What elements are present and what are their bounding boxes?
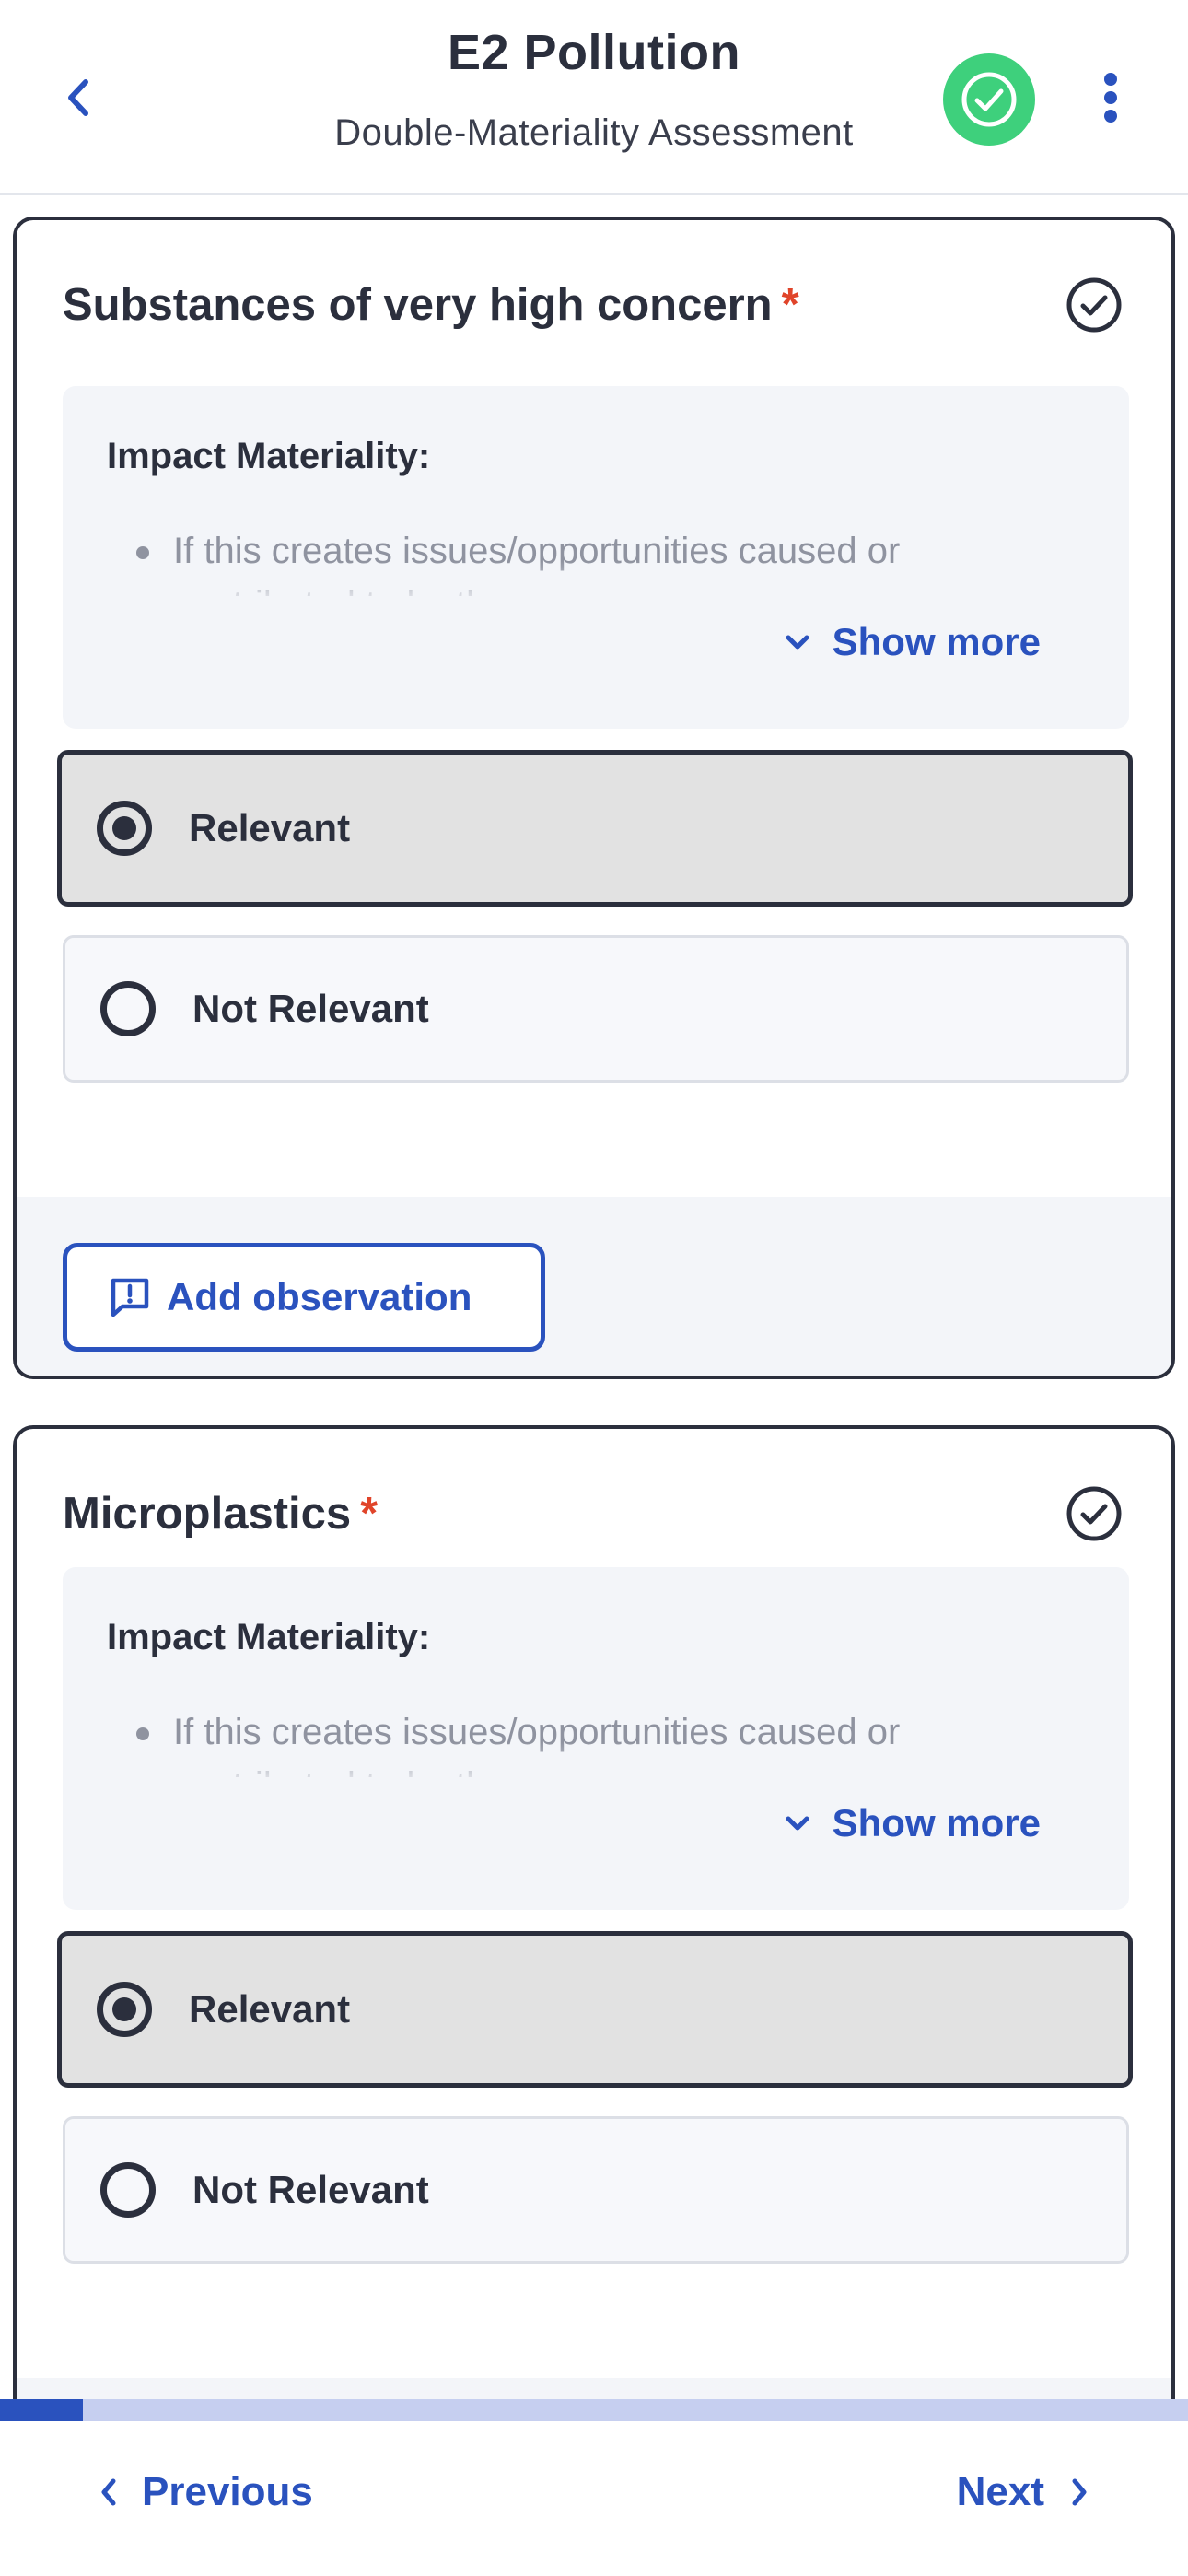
previous-label: Previous	[142, 2469, 313, 2514]
more-vertical-icon	[1104, 73, 1117, 123]
scroll-content[interactable]: Substances of very high concern * Impact …	[0, 198, 1188, 2400]
progress-bar	[0, 2399, 1188, 2421]
option-label: Relevant	[189, 1987, 351, 2031]
observation-section: Add observation	[17, 1197, 1171, 1376]
radio-unselected[interactable]	[100, 981, 156, 1036]
card-title: Substances of very high concern *	[63, 279, 799, 331]
option-relevant[interactable]: Relevant	[57, 1931, 1133, 2088]
card-title-text: Microplastics	[63, 1489, 352, 1539]
previous-button[interactable]: Previous	[99, 2469, 313, 2515]
next-label: Next	[956, 2469, 1044, 2514]
radio-selected[interactable]	[97, 1982, 152, 2037]
chevron-left-icon	[99, 2477, 118, 2507]
option-relevant[interactable]: Relevant	[57, 750, 1133, 907]
info-heading: Impact Materiality:	[107, 1617, 431, 1657]
app-header: E2 Pollution Double-Materiality Assessme…	[0, 0, 1188, 195]
chevron-right-icon	[1070, 2477, 1089, 2507]
add-observation-label: Add observation	[167, 1275, 472, 1318]
more-options-button[interactable]	[1087, 61, 1135, 135]
chevron-down-icon	[785, 1814, 810, 1832]
completion-status-icon[interactable]	[943, 53, 1035, 146]
show-more-button[interactable]: Show more	[785, 620, 1041, 664]
option-not-relevant[interactable]: Not Relevant	[63, 935, 1129, 1083]
required-marker: *	[781, 280, 799, 330]
text-fade	[136, 561, 1076, 607]
topic-card-svhc: Substances of very high concern * Impact …	[13, 217, 1175, 1379]
topic-card-microplastics: Microplastics * Impact Materiality: If th…	[13, 1425, 1175, 2400]
observation-section	[17, 2378, 1171, 2400]
option-not-relevant[interactable]: Not Relevant	[63, 2116, 1129, 2264]
progress-fill	[0, 2399, 84, 2421]
footer-nav: Previous Next	[0, 2421, 1188, 2576]
impact-materiality-box: Impact Materiality: If this creates issu…	[63, 1567, 1129, 1910]
show-more-button[interactable]: Show more	[785, 1801, 1041, 1845]
next-button[interactable]: Next	[957, 2469, 1089, 2515]
radio-unselected[interactable]	[100, 2162, 156, 2218]
check-circle-outline-icon	[1066, 277, 1122, 333]
check-circle-icon	[961, 72, 1017, 127]
comment-alert-icon	[108, 1275, 152, 1319]
radio-selected[interactable]	[97, 801, 152, 856]
option-label: Not Relevant	[192, 2168, 429, 2211]
check-circle-outline-icon	[1066, 1486, 1122, 1541]
option-label: Not Relevant	[192, 987, 429, 1030]
chevron-down-icon	[785, 633, 810, 651]
show-more-label: Show more	[832, 1801, 1041, 1844]
card-title: Microplastics *	[63, 1488, 378, 1540]
impact-materiality-box: Impact Materiality: If this creates issu…	[63, 386, 1129, 729]
info-heading: Impact Materiality:	[107, 436, 431, 476]
card-title-text: Substances of very high concern	[63, 280, 773, 330]
show-more-label: Show more	[832, 620, 1041, 663]
add-observation-button[interactable]: Add observation	[63, 1243, 545, 1352]
text-fade	[136, 1742, 1076, 1788]
option-label: Relevant	[189, 806, 351, 849]
required-marker: *	[360, 1489, 379, 1539]
